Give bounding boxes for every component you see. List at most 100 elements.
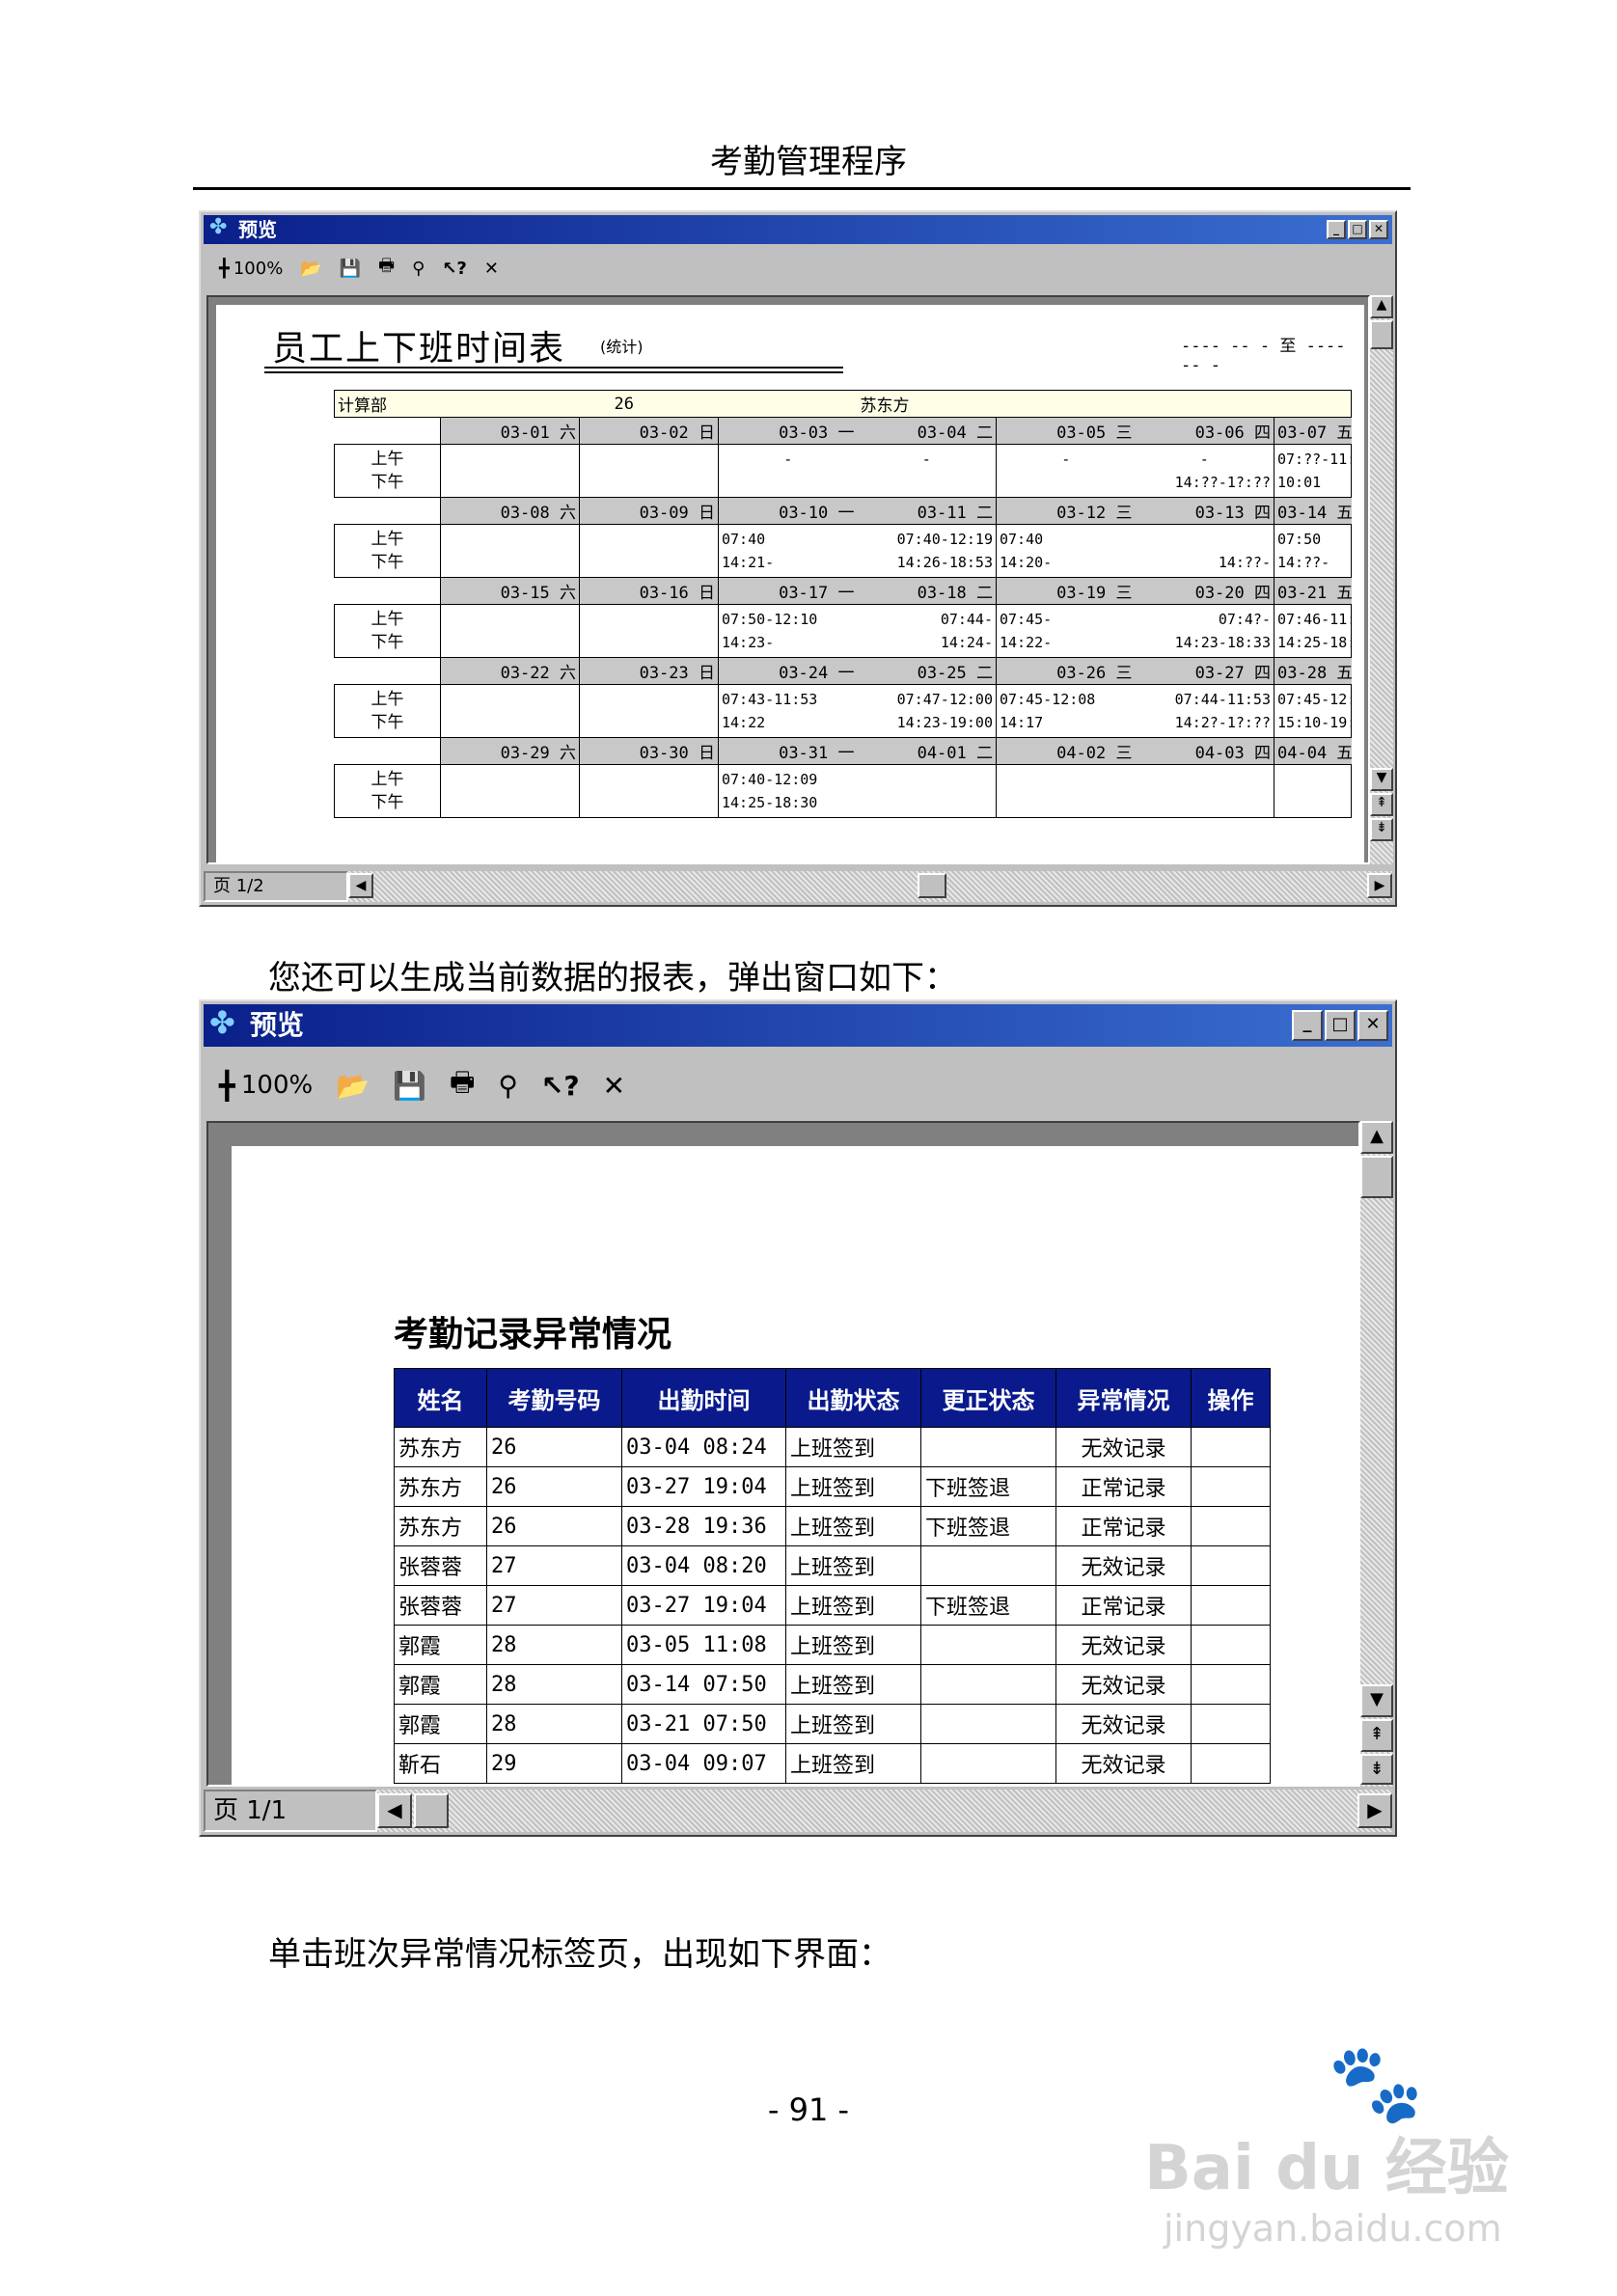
week-date-row: 03-29 六 03-30 日 03-31 一 04-01 二 04-02 三 04-03… xyxy=(334,737,1352,765)
date-cell: 03-08 六 xyxy=(440,497,580,525)
zoom-button[interactable]: ╋ 100% xyxy=(219,259,283,279)
table-cell xyxy=(1191,1427,1271,1467)
paragraph-2: 单击班次异常情况标签页，出现如下界面： xyxy=(268,1935,891,1974)
time-cell xyxy=(996,764,1136,818)
page-down-button[interactable]: ⇟ xyxy=(1370,818,1393,841)
close-button[interactable]: ✕ xyxy=(1357,1010,1388,1041)
pm-label: 下午 xyxy=(370,473,404,492)
week-date-row: 03-15 六 03-16 日 03-17 一 03-18 二 03-19 三 03-20… xyxy=(334,577,1352,605)
print-icon[interactable]: 🖶 xyxy=(378,254,395,283)
open-icon[interactable]: 📂 xyxy=(300,259,321,279)
close-preview-icon[interactable]: ✕ xyxy=(603,1070,625,1102)
am-time xyxy=(444,768,576,791)
save-icon[interactable]: 💾 xyxy=(340,259,361,279)
date-cell: 03-26 三 xyxy=(996,657,1136,685)
table-cell: 郭霞 xyxy=(394,1704,487,1744)
page-down-button[interactable]: ⇟ xyxy=(1360,1754,1393,1785)
table-cell: 28 xyxy=(486,1625,622,1665)
pm-label: 下午 xyxy=(370,553,404,572)
vertical-scrollbar[interactable]: ▲ ▼ ⇞ ⇟ xyxy=(1370,295,1393,864)
maximize-button[interactable]: □ xyxy=(1325,1010,1356,1041)
vertical-scrollbar[interactable]: ▲ ▼ ⇞ ⇟ xyxy=(1360,1121,1393,1787)
find-icon[interactable]: ⚲ xyxy=(498,1070,518,1102)
print-icon[interactable]: 🖶 xyxy=(450,1062,475,1108)
horizontal-scrollbar[interactable]: ◀ ▶ xyxy=(348,871,1392,902)
date-cell: 03-12 三 xyxy=(996,497,1136,525)
am-time xyxy=(583,448,715,471)
time-cell: 07:45- 14:22- xyxy=(996,604,1136,658)
scroll-down-button[interactable]: ▼ xyxy=(1360,1684,1393,1717)
save-icon[interactable]: 💾 xyxy=(393,1070,426,1102)
minimize-button[interactable]: _ xyxy=(1327,220,1346,239)
column-header: 操作 xyxy=(1191,1368,1271,1428)
am-time xyxy=(444,608,576,631)
table-row: 张蓉蓉 27 03-27 19:04 上班签到 下班签退 正常记录 xyxy=(394,1585,1271,1626)
am-time xyxy=(1277,768,1348,791)
table-cell: 靳石 xyxy=(394,1743,487,1784)
pm-label: 下午 xyxy=(370,713,404,732)
table-cell: 无效记录 xyxy=(1055,1664,1192,1705)
time-cell xyxy=(579,764,719,818)
page-up-button[interactable]: ⇞ xyxy=(1360,1719,1393,1752)
table-cell xyxy=(1191,1585,1271,1626)
am-time xyxy=(583,528,715,551)
help-icon[interactable]: ↖? xyxy=(442,259,467,279)
maximize-button[interactable]: □ xyxy=(1348,220,1367,239)
time-cell xyxy=(579,524,719,578)
emp-no-cell: 26 xyxy=(440,390,858,418)
table-cell: 03-04 08:24 xyxy=(621,1427,786,1467)
table-cell: 上班签到 xyxy=(785,1743,921,1784)
week-time-row: 上午 下午 07:40 14:21- 07:40-12:19 14:26-18:53 07:… xyxy=(334,524,1352,578)
pm-time xyxy=(583,791,715,814)
date-cell: 03-21 五 xyxy=(1274,577,1352,605)
am-time xyxy=(444,448,576,471)
scroll-up-button[interactable]: ▲ xyxy=(1360,1121,1393,1154)
zoom-button[interactable]: ╋ 100% xyxy=(219,1070,313,1102)
table-row: 郭霞 28 03-21 07:50 上班签到 无效记录 xyxy=(394,1704,1271,1744)
am-time: 07:40-12:19 xyxy=(896,531,993,548)
am-time: 07:43-11:53 xyxy=(722,691,818,708)
am-label: 上午 xyxy=(370,770,404,789)
scroll-right-button[interactable]: ▶ xyxy=(1367,873,1392,898)
pm-time: 14:??-1?:?? xyxy=(1174,474,1271,491)
pm-label: 下午 xyxy=(370,793,404,812)
help-icon[interactable]: ↖? xyxy=(541,1070,580,1102)
am-time xyxy=(583,608,715,631)
close-button[interactable]: ✕ xyxy=(1369,220,1388,239)
table-cell: 上班签到 xyxy=(785,1704,921,1744)
open-icon[interactable]: 📂 xyxy=(336,1070,370,1102)
scroll-down-button[interactable]: ▼ xyxy=(1370,768,1393,791)
scroll-right-button[interactable]: ▶ xyxy=(1357,1793,1392,1828)
table-cell xyxy=(1191,1664,1271,1705)
horizontal-scrollbar[interactable]: ◀ ▶ xyxy=(377,1790,1392,1832)
am-time xyxy=(861,768,994,791)
am-label: 上午 xyxy=(370,610,404,629)
h-scroll-thumb[interactable] xyxy=(918,873,946,898)
scroll-left-button[interactable]: ◀ xyxy=(377,1793,412,1828)
date-cell: 03-30 日 xyxy=(579,737,719,765)
time-cell xyxy=(579,444,719,498)
time-cell: 07:40-12:09 14:25-18:30 xyxy=(718,764,858,818)
date-cell: 03-18 二 xyxy=(857,577,997,605)
pm-time: 14:2?-1?:?? xyxy=(1174,714,1271,731)
time-cell xyxy=(579,684,719,738)
time-cell xyxy=(857,764,997,818)
preview-viewport: 员工上下班时间表 (统计) ---- -- - 至 ---- -- - 计算部 … xyxy=(206,295,1370,864)
am-label: 上午 xyxy=(370,450,404,469)
title-bar: ✤ 预览 _ □ ✕ xyxy=(204,1004,1392,1047)
date-cell: 03-25 二 xyxy=(857,657,997,685)
am-time: 07:44-11:53 xyxy=(1174,691,1271,708)
minimize-button[interactable]: _ xyxy=(1292,1010,1323,1041)
scroll-left-button[interactable]: ◀ xyxy=(348,873,373,898)
scroll-thumb[interactable] xyxy=(1360,1156,1393,1198)
scroll-up-button[interactable]: ▲ xyxy=(1370,295,1393,318)
h-scroll-thumb[interactable] xyxy=(414,1793,449,1828)
table-cell xyxy=(1191,1704,1271,1744)
column-header: 考勤号码 xyxy=(486,1368,622,1428)
close-preview-icon[interactable]: ✕ xyxy=(484,259,499,279)
page-up-button[interactable]: ⇞ xyxy=(1370,793,1393,816)
report-title: 员工上下班时间表 xyxy=(272,329,566,369)
find-icon[interactable]: ⚲ xyxy=(412,259,425,279)
week-time-row: 上午下午 - - - - 14:??-1?:?? 07:??-11:56 10:01 xyxy=(334,444,1352,498)
scroll-thumb[interactable] xyxy=(1370,320,1393,349)
